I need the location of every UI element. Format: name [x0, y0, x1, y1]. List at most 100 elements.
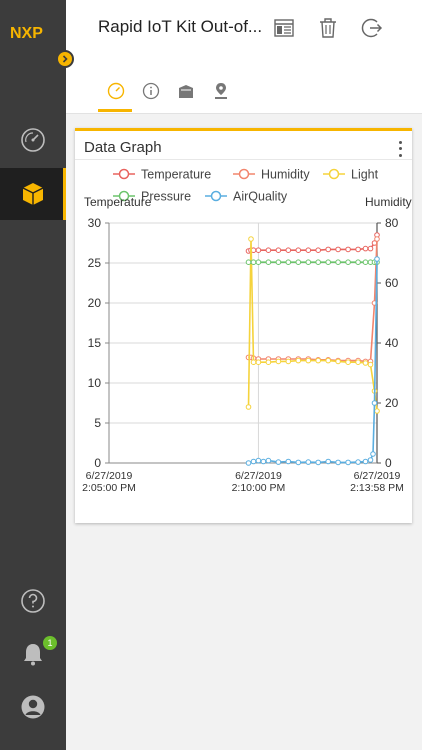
- series-pressure: [245, 259, 380, 265]
- data-point: [335, 246, 341, 253]
- data-point: [265, 259, 272, 265]
- data-point: [245, 259, 252, 265]
- delete-button[interactable]: [316, 16, 340, 40]
- right-tick-label: 40: [385, 336, 399, 350]
- help-icon: [21, 589, 45, 613]
- device-icon: [179, 85, 193, 98]
- header: Rapid IoT Kit Out-of...: [66, 0, 422, 114]
- data-point: [248, 236, 254, 242]
- chart-legend: Temperature Humidity LightPressure AirQuali…: [113, 168, 379, 204]
- legend-label: Humidity: [261, 168, 310, 182]
- card-menu-button[interactable]: [394, 139, 406, 159]
- bell-icon: [24, 644, 42, 666]
- x-tick-date: 6/27/2019: [235, 470, 282, 482]
- data-point: [315, 259, 321, 265]
- data-point: [355, 259, 361, 265]
- tab-info[interactable]: [133, 82, 169, 112]
- data-point: [325, 259, 331, 265]
- left-tick-label: 15: [88, 336, 102, 350]
- data-point: [345, 359, 351, 365]
- right-tick-label: 60: [385, 276, 399, 290]
- data-point: [335, 259, 341, 265]
- logout-icon: [361, 18, 383, 38]
- right-tick-label: 0: [385, 456, 392, 470]
- data-point: [367, 245, 374, 252]
- dashboard-gauge-icon: [21, 128, 45, 152]
- data-point: [335, 459, 341, 466]
- data-point: [245, 460, 252, 466]
- data-point: [374, 408, 380, 414]
- data-point: [275, 358, 282, 365]
- series-temperature: [245, 232, 380, 254]
- x-tick-time: 2:05:00 PM: [82, 482, 136, 494]
- report-button[interactable]: [272, 16, 296, 40]
- legend-item[interactable]: Light: [323, 168, 379, 182]
- data-point: [285, 247, 292, 253]
- right-tick-label: 20: [385, 396, 399, 410]
- info-icon: [142, 82, 160, 100]
- left-tick-label: 20: [88, 296, 102, 310]
- logout-button[interactable]: [360, 16, 384, 40]
- legend-label: Light: [351, 168, 379, 182]
- data-point: [250, 458, 257, 465]
- data-point: [315, 247, 321, 253]
- sidebar: NXP 1: [0, 0, 74, 750]
- legend-item[interactable]: AirQuality: [205, 190, 288, 204]
- data-point: [295, 247, 302, 253]
- sidebar-item-help[interactable]: [0, 575, 66, 627]
- data-point: [362, 360, 369, 366]
- data-point: [355, 246, 361, 253]
- data-point: [345, 459, 351, 466]
- legend-item[interactable]: Temperature: [113, 168, 211, 182]
- legend-label: AirQuality: [233, 190, 288, 204]
- sidebar-item-dashboard[interactable]: [0, 114, 66, 166]
- dashboard-gauge-icon: [107, 82, 125, 100]
- card-title: Data Graph: [84, 139, 162, 156]
- account-icon: [21, 695, 45, 719]
- data-point: [275, 259, 282, 265]
- data-graph-card: Data Graph Temperature Humidity Light Press…: [75, 128, 412, 523]
- data-point: [275, 247, 282, 253]
- data-point: [305, 459, 312, 465]
- data-point: [374, 236, 380, 242]
- left-axis-label: Temperature: [84, 195, 152, 209]
- data-point: [275, 459, 282, 465]
- data-point: [250, 359, 257, 365]
- location-pin-icon: [215, 83, 227, 99]
- data-point: [345, 246, 351, 253]
- data-point: [362, 458, 369, 465]
- series-humidity: [245, 236, 380, 365]
- sidebar-item-notifications[interactable]: [0, 628, 66, 680]
- sidebar-item-account[interactable]: [0, 681, 66, 733]
- chevron-right-icon: [62, 55, 68, 63]
- trash-icon: [320, 18, 336, 38]
- report-icon: [274, 19, 294, 37]
- data-point: [315, 459, 321, 466]
- nxp-logo: NXP: [10, 25, 43, 42]
- data-point: [265, 247, 272, 253]
- device-cube-icon: [22, 183, 44, 205]
- data-point: [367, 361, 374, 368]
- data-point: [265, 457, 272, 464]
- expand-sidebar-button[interactable]: [56, 50, 74, 68]
- legend-item[interactable]: Humidity: [233, 168, 310, 182]
- data-point: [370, 451, 376, 457]
- data-graph-chart: Temperature Humidity LightPressure AirQuali…: [82, 168, 412, 495]
- data-point: [371, 400, 378, 406]
- tab-dashboard[interactable]: [98, 82, 134, 112]
- data-point: [255, 457, 262, 464]
- tab-location[interactable]: [203, 82, 239, 112]
- data-point: [245, 404, 252, 410]
- data-point: [355, 359, 361, 365]
- data-point: [355, 459, 361, 465]
- tab-device[interactable]: [168, 82, 204, 112]
- data-point: [362, 259, 369, 265]
- page-title: Rapid IoT Kit Out-of...: [98, 17, 263, 36]
- data-point: [305, 357, 312, 364]
- sidebar-item-devices[interactable]: [0, 168, 66, 220]
- left-tick-label: 25: [88, 256, 102, 270]
- right-tick-label: 80: [385, 216, 399, 230]
- data-point: [255, 259, 262, 265]
- data-point: [295, 459, 302, 466]
- data-point: [345, 259, 351, 265]
